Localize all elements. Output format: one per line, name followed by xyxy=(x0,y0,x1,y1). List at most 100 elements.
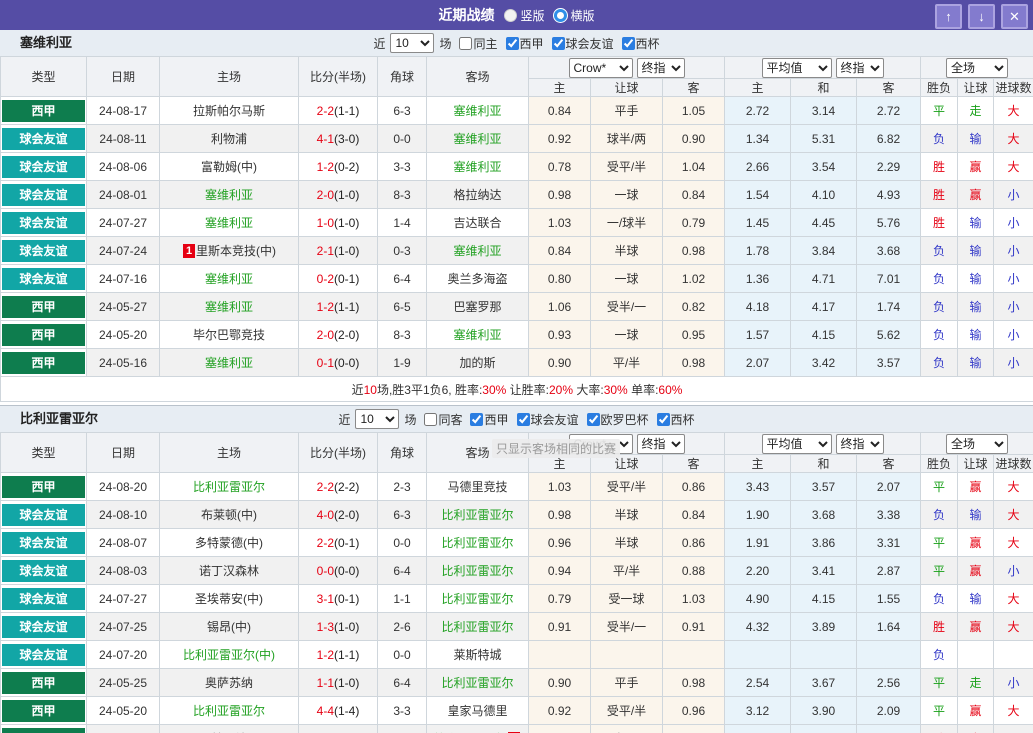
league-filter-friendly[interactable]: 球会友谊 xyxy=(516,411,579,428)
avg-away xyxy=(856,640,921,669)
league-filter-friendly[interactable]: 球会友谊 xyxy=(551,35,614,52)
home-team: 赫罗纳 xyxy=(159,724,299,733)
away-team: 比利亚雷亚尔 xyxy=(426,584,529,613)
result-outcome: 负 xyxy=(920,320,958,349)
avg-away: 3.31 xyxy=(856,528,921,557)
friendly-checkbox[interactable] xyxy=(516,412,530,426)
col-date: 日期 xyxy=(86,56,160,97)
match-score: 1-0(1-0) xyxy=(298,208,378,237)
friendly-type-badge: 球会友谊 xyxy=(2,559,85,582)
same-home-filter[interactable]: 同主 xyxy=(459,35,498,52)
avg-final-select[interactable]: 终指 xyxy=(835,57,884,78)
avg-away: 4.46 xyxy=(856,724,921,733)
same-away-filter[interactable]: 同客 xyxy=(424,411,462,428)
result-outcome-value: 胜 xyxy=(932,188,945,202)
near-label: 近 xyxy=(373,36,386,51)
close-button[interactable]: ✕ xyxy=(1001,4,1028,29)
same-away-checkbox[interactable] xyxy=(424,412,438,426)
team-name-heading: 比利亚雷亚尔 xyxy=(20,411,99,426)
result-goals: 小 xyxy=(993,668,1033,697)
corner-count: 6-3 xyxy=(377,96,427,125)
odds-provider-select[interactable]: Crow* xyxy=(568,57,633,78)
result-handicap: 输 xyxy=(957,264,994,293)
average-select[interactable]: 平均值 xyxy=(761,433,832,454)
avg-draw: 3.89 xyxy=(790,612,857,641)
same-home-checkbox[interactable] xyxy=(459,36,473,50)
copa-checkbox[interactable] xyxy=(621,36,635,50)
result-outcome: 胜 xyxy=(920,208,958,237)
league-filter-laliga[interactable]: 西甲 xyxy=(505,35,544,52)
odds-final-select[interactable]: 终指 xyxy=(636,57,685,78)
match-row: 西甲 24-05-20 比利亚雷亚尔 4-4(1-4) 3-3 皇家马德里 0.92 受平/半… xyxy=(0,696,1033,725)
average-select[interactable]: 平均值 xyxy=(761,57,832,78)
league-type-badge: 西甲 xyxy=(2,295,85,318)
result-handicap: 走 xyxy=(957,96,994,125)
odds-handicap: 受平/半 xyxy=(590,696,663,725)
avg-final-select[interactable]: 终指 xyxy=(835,433,884,454)
league-filter-laliga[interactable]: 西甲 xyxy=(470,411,509,428)
result-outcome-value: 平 xyxy=(932,104,945,118)
result-outcome: 平 xyxy=(920,668,958,697)
away-team-name: 塞维利亚 xyxy=(453,132,502,146)
match-count-select[interactable]: 10 xyxy=(390,33,435,53)
league-filter-copa[interactable]: 西杯 xyxy=(621,35,660,52)
copa-checkbox[interactable] xyxy=(656,412,670,426)
arrow-up-icon: ↑ xyxy=(945,9,952,24)
home-team-name: 毕尔巴鄂竞技 xyxy=(192,328,265,342)
odds-handicap: 半球 xyxy=(590,500,663,529)
move-down-button[interactable]: ↓ xyxy=(968,4,995,29)
odds-select-group: Crow* 终指 xyxy=(528,432,725,455)
radio-selected-icon[interactable] xyxy=(503,8,517,22)
result-outcome-value: 平 xyxy=(932,564,945,578)
home-team-name: 利物浦 xyxy=(210,132,247,146)
laliga-checkbox[interactable] xyxy=(505,36,519,50)
match-type: 球会友谊 xyxy=(0,264,87,293)
layout-radio-vertical[interactable]: 竖版 xyxy=(503,7,545,24)
league-filter-copa[interactable]: 西杯 xyxy=(656,411,695,428)
layout-radio-horizontal[interactable]: 横版 xyxy=(553,7,595,24)
match-type: 西甲 xyxy=(0,348,87,377)
home-team: 毕尔巴鄂竞技 xyxy=(159,320,299,349)
home-team: 塞维利亚 xyxy=(159,292,299,321)
result-goals-value: 大 xyxy=(1007,704,1020,718)
match-type: 西甲 xyxy=(0,96,87,125)
away-team-name: 塞维利亚 xyxy=(453,328,502,342)
col-odds-away: 客 xyxy=(662,78,725,97)
col-goals: 进球数 xyxy=(993,78,1033,97)
result-handicap-value: 输 xyxy=(969,592,982,606)
radio-vertical-label: 竖版 xyxy=(520,8,545,23)
avg-away: 2.09 xyxy=(856,696,921,725)
result-goals-value: 小 xyxy=(1007,564,1020,578)
odds-final-select[interactable]: 终指 xyxy=(636,433,685,454)
halftime-score: (2-0) xyxy=(334,327,360,342)
scope-select[interactable]: 全场 xyxy=(946,57,1008,78)
europa-checkbox[interactable] xyxy=(586,412,600,426)
away-team: 塞维利亚 xyxy=(426,320,529,349)
col-avg-draw: 和 xyxy=(790,78,857,97)
match-count-select[interactable]: 10 xyxy=(355,409,400,429)
avg-away: 2.07 xyxy=(856,472,921,501)
home-team-name: 奥萨苏纳 xyxy=(204,676,253,690)
home-team-name: 拉斯帕尔马斯 xyxy=(192,104,265,118)
odds-away: 0.90 xyxy=(662,124,725,153)
match-date: 24-05-27 xyxy=(86,292,160,321)
match-row: 球会友谊 24-07-20 比利亚雷亚尔(中) 1-2(1-1) 0-0 莱斯特城负 xyxy=(0,640,1033,669)
result-goals-value: 大 xyxy=(1007,508,1020,522)
odds-home: 0.92 xyxy=(528,124,591,153)
fulltime-score: 2-2 xyxy=(316,103,334,118)
avg-away: 1.55 xyxy=(856,584,921,613)
league-filter-europa[interactable]: 欧罗巴杯 xyxy=(586,411,649,428)
radio-unselected-icon[interactable] xyxy=(553,8,567,22)
match-row: 球会友谊 24-08-07 多特蒙德(中) 2-2(0-1) 0-0 比利亚雷亚尔 0.96… xyxy=(0,528,1033,557)
move-up-button[interactable]: ↑ xyxy=(935,4,962,29)
scope-select[interactable]: 全场 xyxy=(946,433,1008,454)
result-handicap: 输 xyxy=(957,124,994,153)
odds-provider-select[interactable]: Crow* xyxy=(568,433,633,454)
friendly-checkbox[interactable] xyxy=(551,36,565,50)
odds-home: 1.03 xyxy=(528,472,591,501)
laliga-checkbox[interactable] xyxy=(470,412,484,426)
page-title: 近期战绩 xyxy=(438,7,495,23)
match-type: 球会友谊 xyxy=(0,500,87,529)
result-outcome-value: 平 xyxy=(932,536,945,550)
summary-part: 场,胜3平1负6, 胜率: xyxy=(376,382,483,397)
